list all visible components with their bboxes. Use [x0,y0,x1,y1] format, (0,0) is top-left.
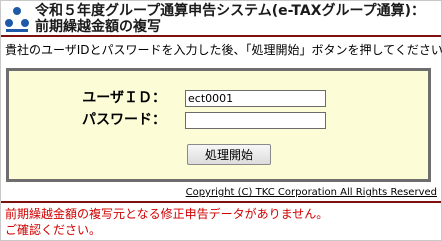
page: 令和５年度グループ通算申告システム(e-TAXグループ通算)： 前期繰越金額の複… [0,0,442,241]
login-panel: ユーザＩＤ： パスワード： 処理開始 [6,68,431,182]
instruction-text: 貴社のユーザIDとパスワードを入力した後、「処理開始」ボタンを押してください。 [5,43,442,57]
start-processing-button[interactable]: 処理開始 [187,144,271,165]
error-message-line2: ご確認ください。 [5,223,102,237]
page-title-line2: 前期繰越金額の複写 [35,19,161,35]
tkc-logo-icon [5,7,29,32]
error-message: 前期繰越金額の複写元となる修正申告データがありません。 ご確認ください。 [5,206,437,238]
footer-divider [1,201,441,203]
password-label: パスワード： [82,112,166,128]
user-id-label: ユーザＩＤ： [82,90,166,106]
page-title-line1: 令和５年度グループ通算申告システム(e-TAXグループ通算)： [35,3,426,19]
password-input[interactable] [185,112,326,129]
page-title: 令和５年度グループ通算申告システム(e-TAXグループ通算)： 前期繰越金額の複… [35,3,439,35]
header-divider [1,35,441,37]
user-id-input[interactable] [185,90,326,107]
header: 令和５年度グループ通算申告システム(e-TAXグループ通算)： 前期繰越金額の複… [1,1,441,35]
error-message-line1: 前期繰越金額の複写元となる修正申告データがありません。 [5,207,329,221]
copyright-text: Copyright (C) TKC Corporation All Rights… [185,187,437,198]
